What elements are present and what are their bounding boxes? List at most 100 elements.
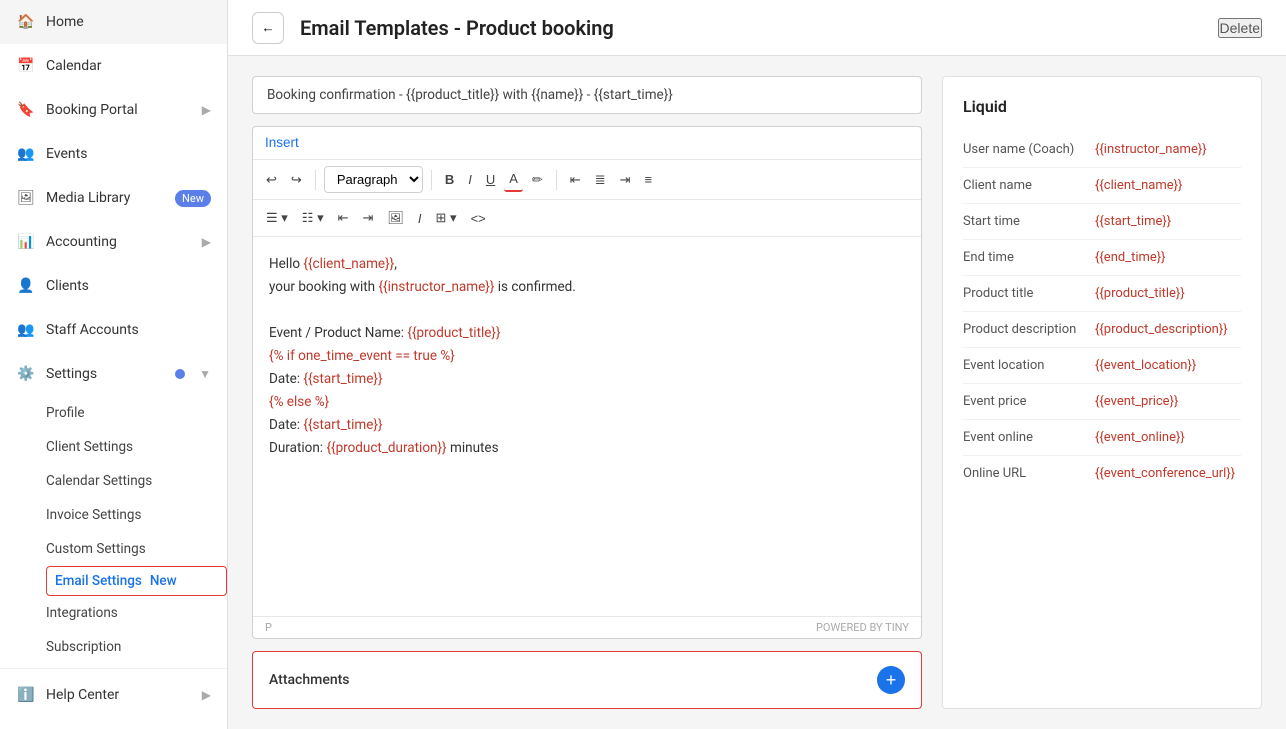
italic-button[interactable]: I [463, 168, 477, 191]
liquid-start-time-2: {{start_time}} [303, 417, 382, 433]
sidebar-item-email-settings[interactable]: Email Settings New [46, 566, 227, 596]
back-arrow-icon: ← [261, 20, 274, 35]
liquid-key-4: Product title [963, 286, 1083, 301]
sidebar-item-accounting[interactable]: 📊 Accounting ▶ [0, 220, 227, 264]
editor-insert-bar: Insert [253, 127, 921, 160]
attachments-bar: Attachments + [252, 651, 922, 709]
back-button[interactable]: ← [252, 12, 284, 44]
text-color-button[interactable]: A [504, 167, 523, 192]
sidebar-item-home[interactable]: 🏠 Home [0, 0, 227, 44]
sidebar-label-settings: Settings [46, 366, 165, 382]
bullet-list-button[interactable]: ☰ ▾ [261, 206, 293, 230]
add-attachment-button[interactable]: + [877, 666, 905, 694]
liquid-val-3: {{end_time}} [1095, 250, 1166, 265]
underline-button[interactable]: U [481, 168, 500, 191]
highlight-button[interactable]: ✏ [527, 168, 548, 192]
sidebar-item-booking-portal[interactable]: 🔖 Booking Portal ▶ [0, 88, 227, 132]
align-right-button[interactable]: ⇥ [615, 168, 636, 192]
liquid-val-6: {{event_location}} [1095, 358, 1196, 373]
media-library-badge: New [175, 190, 211, 207]
liquid-row-4: Product title {{product_title}} [963, 276, 1241, 312]
liquid-val-1: {{client_name}} [1095, 178, 1182, 193]
editor-line-3: Event / Product Name: {{product_title}} [269, 322, 905, 345]
settings-submenu: Profile Client Settings Calendar Setting… [0, 396, 227, 664]
numbered-list-button[interactable]: ☷ ▾ [297, 206, 329, 230]
calendar-settings-label: Calendar Settings [46, 473, 152, 489]
editor-line-7: Date: {{start_time}} [269, 414, 905, 437]
sidebar-divider [0, 668, 227, 669]
editor-toolbar-row-2: ☰ ▾ ☷ ▾ ⇤ ⇥ 🖼 I ⊞ ▾ <> [253, 200, 921, 237]
liquid-key-0: User name (Coach) [963, 142, 1083, 157]
italic2-button[interactable]: I [413, 207, 427, 230]
sidebar-label-media-library: Media Library [46, 190, 165, 206]
email-settings-badge: New [150, 573, 177, 589]
sidebar-item-settings[interactable]: ⚙️ Settings ▼ [0, 352, 227, 396]
sidebar-item-invoice-settings[interactable]: Invoice Settings [46, 498, 227, 532]
footer-powered-by: POWERED BY TINY [816, 621, 909, 634]
liquid-panel-title: Liquid [963, 97, 1241, 116]
table-button[interactable]: ⊞ ▾ [431, 206, 462, 230]
integrations-label: Integrations [46, 605, 118, 621]
editor-line-2: your booking with {{instructor_name}} is… [269, 276, 905, 299]
chevron-right-icon-help: ▶ [202, 688, 211, 702]
justify-button[interactable]: ≡ [640, 168, 658, 191]
custom-settings-label: Custom Settings [46, 541, 146, 557]
liquid-key-2: Start time [963, 214, 1083, 229]
editor-body[interactable]: Hello {{client_name}}, your booking with… [253, 237, 921, 616]
sidebar-item-media-library[interactable]: 🖼 Media Library New [0, 176, 227, 220]
sidebar-item-events[interactable]: 👥 Events [0, 132, 227, 176]
align-center-button[interactable]: ≣ [590, 168, 611, 192]
sidebar-item-clients[interactable]: 👤 Clients [0, 264, 227, 308]
outdent-button[interactable]: ⇤ [333, 206, 354, 230]
sidebar-item-staff-accounts[interactable]: 👥 Staff Accounts [0, 308, 227, 352]
liquid-val-8: {{event_online}} [1095, 430, 1185, 445]
liquid-val-9: {{event_conference_url}} [1095, 466, 1235, 481]
editor-footer: P POWERED BY TINY [253, 616, 921, 638]
editor-line-6: {% else %} [269, 391, 905, 414]
code-button[interactable]: <> [466, 207, 491, 230]
liquid-start-time-1: {{start_time}} [303, 371, 382, 387]
staff-accounts-icon: 👥 [16, 320, 36, 340]
subject-bar[interactable]: Booking confirmation - {{product_title}}… [252, 76, 922, 114]
content-area: Booking confirmation - {{product_title}}… [228, 56, 1286, 729]
sidebar-label-events: Events [46, 146, 211, 162]
liquid-row-1: Client name {{client_name}} [963, 168, 1241, 204]
image-button[interactable]: 🖼 [382, 206, 409, 230]
liquid-product-title-1: {{product_title}} [407, 325, 500, 341]
toolbar-separator-3 [556, 170, 557, 190]
settings-icon: ⚙️ [16, 364, 36, 384]
sidebar-item-client-settings[interactable]: Client Settings [46, 430, 227, 464]
liquid-instructor-name: {{instructor_name}} [378, 279, 494, 295]
sidebar-item-custom-settings[interactable]: Custom Settings [46, 532, 227, 566]
editor-container: Insert ↩ ↪ Paragraph Heading 1 Heading 2… [252, 126, 922, 639]
sidebar-item-integrations[interactable]: Integrations [46, 596, 227, 630]
liquid-else: {% else %} [269, 394, 329, 410]
sidebar-item-subscription[interactable]: Subscription [46, 630, 227, 664]
liquid-panel: Liquid User name (Coach) {{instructor_na… [942, 76, 1262, 709]
media-library-icon: 🖼 [16, 188, 36, 208]
sidebar-item-calendar-settings[interactable]: Calendar Settings [46, 464, 227, 498]
delete-button[interactable]: Delete [1218, 18, 1262, 38]
sidebar-label-home: Home [46, 14, 211, 30]
liquid-row-6: Event location {{event_location}} [963, 348, 1241, 384]
liquid-client-name-1: {{client_name}} [303, 256, 394, 272]
sidebar-label-booking-portal: Booking Portal [46, 102, 192, 118]
attachments-label: Attachments [269, 672, 349, 688]
bold-button[interactable]: B [440, 168, 459, 191]
undo-button[interactable]: ↩ [261, 168, 282, 192]
liquid-key-9: Online URL [963, 466, 1083, 481]
insert-button[interactable]: Insert [265, 135, 299, 150]
sidebar-item-calendar[interactable]: 📅 Calendar [0, 44, 227, 88]
liquid-key-8: Event online [963, 430, 1083, 445]
sidebar-item-help-center[interactable]: ℹ️ Help Center ▶ [0, 673, 227, 717]
redo-button[interactable]: ↪ [286, 168, 307, 192]
liquid-row-5: Product description {{product_descriptio… [963, 312, 1241, 348]
sidebar-label-calendar: Calendar [46, 58, 211, 74]
liquid-row-3: End time {{end_time}} [963, 240, 1241, 276]
paragraph-select[interactable]: Paragraph Heading 1 Heading 2 [324, 166, 423, 193]
calendar-icon: 📅 [16, 56, 36, 76]
sidebar-item-profile[interactable]: Profile [46, 396, 227, 430]
indent-button[interactable]: ⇥ [358, 206, 379, 230]
sidebar-label-accounting: Accounting [46, 234, 192, 250]
align-left-button[interactable]: ⇤ [565, 168, 586, 192]
